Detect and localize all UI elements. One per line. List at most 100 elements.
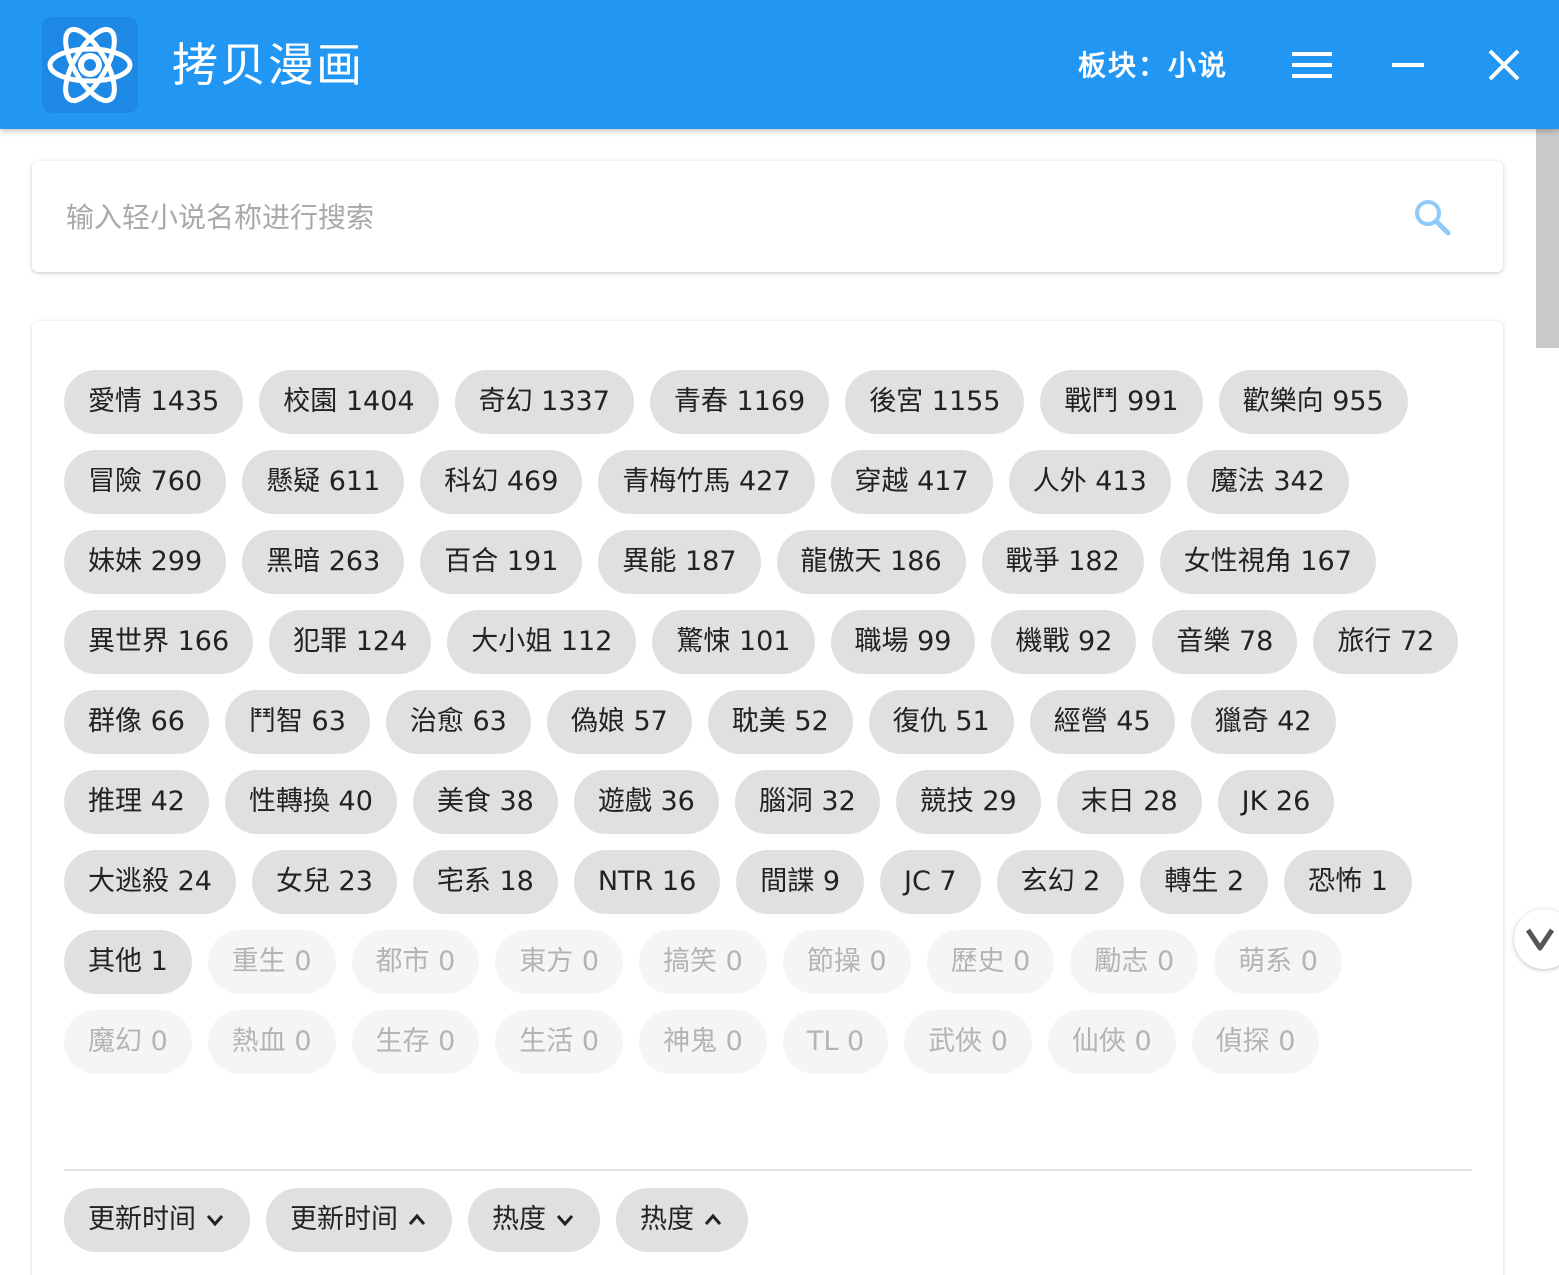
title-bar: 拷贝漫画 板块：小说 [0, 0, 1559, 129]
main-content: 愛情 1435校園 1404奇幻 1337青春 1169後宮 1155戰鬥 99… [0, 129, 1536, 1275]
tag-chip[interactable]: 宅系 18 [412, 850, 558, 914]
tag-chip[interactable]: 冒險 760 [64, 450, 227, 514]
app-logo-icon [42, 17, 138, 113]
sort-popularity-down-button[interactable]: 热度 [468, 1188, 600, 1252]
tag-chip[interactable]: 節操 0 [782, 930, 911, 994]
tag-chip[interactable]: 鬥智 63 [224, 690, 370, 754]
tag-chip[interactable]: 穿越 417 [830, 450, 993, 514]
hamburger-menu-icon [1292, 52, 1332, 78]
sort-update-time-up-button[interactable]: 更新时间 [266, 1188, 452, 1252]
search-card [32, 161, 1503, 272]
search-icon[interactable] [1412, 197, 1452, 237]
search-input[interactable] [64, 185, 1388, 249]
chevron-up-icon [408, 1213, 426, 1225]
menu-button[interactable] [1282, 35, 1342, 95]
tag-chip[interactable]: 玄幻 2 [996, 850, 1125, 914]
tag-chip[interactable]: 獵奇 42 [1190, 690, 1336, 754]
tag-chip[interactable]: 龍傲天 186 [776, 530, 966, 594]
tag-chip[interactable]: 群像 66 [64, 690, 209, 754]
tag-chip[interactable]: 耽美 52 [707, 690, 853, 754]
app-window: 拷贝漫画 板块：小说 输入轻小说名称进行搜索 愛情 1435 校園 1404 奇… [0, 0, 1559, 1275]
sort-label: 更新时间 [290, 1204, 398, 1235]
tag-list: 愛情 1435 校園 1404 奇幻 1337 青春 1169 後宮 1155 戰鬥 99… [64, 370, 1484, 1074]
tag-chip[interactable]: 轉生 2 [1140, 850, 1269, 914]
tag-chip[interactable]: 競技 29 [895, 770, 1041, 834]
tags-card: 愛情 1435 校園 1404 奇幻 1337 青春 1169 後宮 1155 戰鬥 99… [32, 321, 1503, 1275]
close-button[interactable] [1474, 35, 1534, 95]
tag-chip[interactable]: 歡樂向 955 [1218, 370, 1408, 434]
chevron-up-icon [704, 1213, 722, 1225]
tag-chip[interactable]: 懸疑 611 [242, 450, 405, 514]
tag-chip[interactable]: 偽娘 57 [546, 690, 692, 754]
tag-chip[interactable]: 青春 1169 [649, 370, 830, 434]
minimize-icon [1392, 63, 1424, 67]
tag-chip[interactable]: 魔幻 0 [64, 1010, 192, 1074]
chevron-down-icon [556, 1215, 574, 1227]
tag-chip[interactable]: 偵探 0 [1191, 1010, 1320, 1074]
tag-chip[interactable]: 愛情 1435 [64, 370, 244, 434]
tag-chip[interactable]: 戰鬥 991 [1040, 370, 1203, 434]
tag-chip[interactable]: 旅行 72 [1313, 610, 1459, 674]
tag-chip[interactable]: 驚悚 101 [652, 610, 815, 674]
tag-chip[interactable]: 推理 42 [64, 770, 209, 834]
tag-chip[interactable]: 大逃殺 24 [64, 850, 236, 914]
tag-chip[interactable]: 生存 0 [351, 1010, 480, 1074]
close-icon [1488, 49, 1520, 81]
tag-chip[interactable]: 仙俠 0 [1047, 1010, 1176, 1074]
board-selector[interactable]: 板块：小说 [1078, 44, 1228, 88]
tag-chip[interactable]: 勵志 0 [1070, 930, 1199, 994]
scrollbar-thumb[interactable] [1536, 129, 1559, 348]
tag-chip[interactable]: NTR 16 [573, 850, 721, 914]
minimize-button[interactable] [1378, 35, 1438, 95]
tag-chip[interactable]: 萌系 0 [1214, 930, 1342, 994]
tag-chip[interactable]: 校園 1404 [259, 370, 439, 434]
tag-chip[interactable]: 遊戲 36 [573, 770, 719, 834]
sort-options: 更新时间 更新时间 热度 热度 [64, 1188, 748, 1252]
tag-chip[interactable]: 機戰 92 [991, 610, 1137, 674]
tag-chip[interactable]: 神鬼 0 [639, 1010, 767, 1074]
tag-chip[interactable]: 都市 0 [351, 930, 480, 994]
sort-popularity-up-button[interactable]: 热度 [616, 1188, 748, 1252]
tag-chip[interactable]: 犯罪 124 [269, 610, 432, 674]
tag-chip[interactable]: 間諜 9 [736, 850, 865, 914]
tag-chip[interactable]: 女兒 23 [251, 850, 397, 914]
tag-chip[interactable]: 經營 45 [1029, 690, 1175, 754]
tag-chip[interactable]: 生活 0 [495, 1010, 624, 1074]
tag-chip[interactable]: JC 7 [880, 850, 981, 914]
tag-chip[interactable]: 復仇 51 [868, 690, 1014, 754]
tag-chip[interactable]: 恐怖 1 [1284, 850, 1412, 914]
tag-chip[interactable]: 後宮 1155 [845, 370, 1025, 434]
tag-chip[interactable]: 性轉換 40 [224, 770, 397, 834]
tag-chip[interactable]: 音樂 78 [1152, 610, 1298, 674]
tag-chip[interactable]: 熱血 0 [207, 1010, 336, 1074]
app-title: 拷贝漫画 [172, 38, 364, 92]
tag-chip[interactable]: JK 26 [1217, 770, 1335, 834]
tag-chip[interactable]: 奇幻 1337 [454, 370, 634, 434]
tag-chip[interactable]: 黑暗 263 [242, 530, 405, 594]
sort-label: 热度 [640, 1204, 694, 1235]
tag-chip[interactable]: 青梅竹馬 427 [598, 450, 815, 514]
tag-chip[interactable]: 職場 99 [830, 610, 976, 674]
tag-chip[interactable]: 重生 0 [207, 930, 336, 994]
tag-chip[interactable]: 美食 38 [412, 770, 558, 834]
tag-chip[interactable]: 搞笑 0 [639, 930, 767, 994]
tag-chip[interactable]: 妹妹 299 [64, 530, 227, 594]
tag-chip[interactable]: 其他 1 [64, 930, 192, 994]
tag-chip[interactable]: 治愈 63 [385, 690, 531, 754]
tag-chip[interactable]: 人外 413 [1008, 450, 1171, 514]
sort-update-time-down-button[interactable]: 更新时间 [64, 1188, 250, 1252]
tag-chip[interactable]: 異世界 166 [64, 610, 254, 674]
tag-chip[interactable]: 腦洞 32 [734, 770, 880, 834]
tag-chip[interactable]: 科幻 469 [420, 450, 583, 514]
tag-chip[interactable]: 武俠 0 [904, 1010, 1032, 1074]
tag-chip[interactable]: 東方 0 [495, 930, 624, 994]
tag-chip[interactable]: 戰爭 182 [981, 530, 1144, 594]
tag-chip[interactable]: 異能 187 [598, 530, 761, 594]
tag-chip[interactable]: 女性視角 167 [1159, 530, 1376, 594]
tag-chip[interactable]: 魔法 342 [1186, 450, 1349, 514]
tag-chip[interactable]: TL 0 [782, 1010, 889, 1074]
tag-chip[interactable]: 大小姐 112 [447, 610, 637, 674]
tag-chip[interactable]: 末日 28 [1056, 770, 1202, 834]
tag-chip[interactable]: 歷史 0 [926, 930, 1055, 994]
tag-chip[interactable]: 百合 191 [420, 530, 583, 594]
